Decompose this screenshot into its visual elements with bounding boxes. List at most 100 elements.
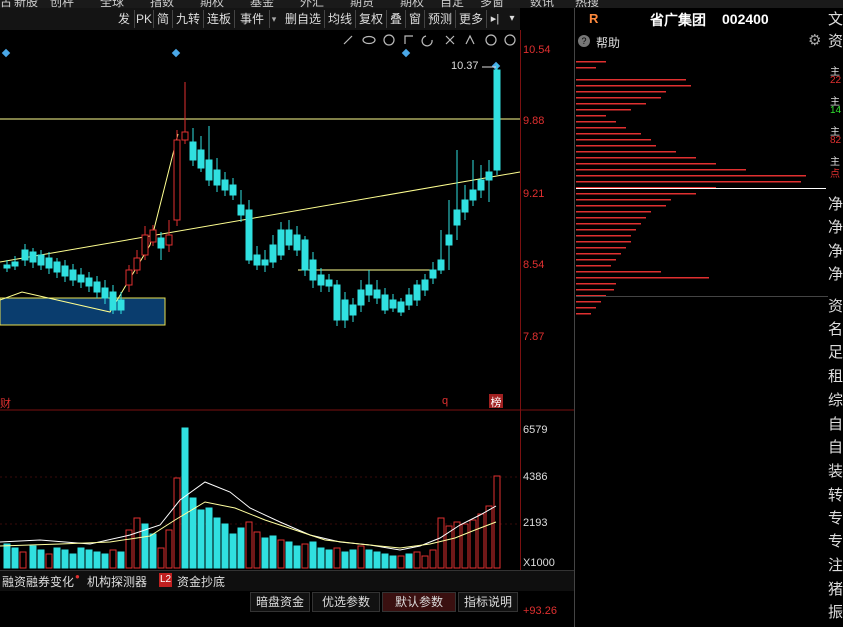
volume-bar: [205, 507, 213, 569]
side-label[interactable]: 振: [828, 601, 843, 622]
tab-indicator-help[interactable]: 指标说明: [458, 592, 518, 612]
volume-bar: [485, 505, 493, 569]
chip-bar: [576, 247, 626, 249]
side-label[interactable]: 租: [828, 365, 843, 386]
toolbar-button[interactable]: 简: [154, 10, 173, 28]
chip-bar: [576, 169, 746, 171]
dropdown-icon[interactable]: ▾: [505, 10, 519, 28]
zoom-in-icon[interactable]: [485, 34, 497, 46]
side-label[interactable]: 净: [828, 193, 843, 214]
side-label[interactable]: 注: [828, 554, 843, 575]
target-icon[interactable]: [383, 34, 395, 46]
volume-bar: [93, 551, 101, 569]
side-label[interactable]: 自: [828, 413, 843, 434]
pen-icon[interactable]: [343, 35, 353, 45]
menu-item[interactable]: 期权: [200, 0, 224, 8]
volume-bar: [261, 537, 269, 569]
candle: [285, 229, 293, 246]
toolbar-button[interactable]: 事件: [235, 10, 270, 28]
side-label[interactable]: 自: [828, 436, 843, 457]
zoom-out-icon[interactable]: [504, 34, 516, 46]
side-label[interactable]: 猪: [828, 578, 843, 599]
menu-item[interactable]: 数讯: [530, 0, 554, 8]
menu-item[interactable]: 自定: [440, 0, 464, 8]
candle: [477, 179, 485, 191]
menu-item[interactable]: 全球: [100, 0, 124, 8]
chip-bar: [576, 109, 631, 111]
menu-item[interactable]: 创秤: [50, 0, 74, 8]
menu-item[interactable]: 外汇: [300, 0, 324, 8]
tab-margin-trading[interactable]: 融资融券变化: [2, 573, 74, 590]
menu-item[interactable]: 古: [0, 0, 12, 8]
toolbar-button[interactable]: 九转: [173, 10, 204, 28]
candle: [397, 301, 405, 313]
toolbar-button[interactable]: 发: [114, 10, 135, 28]
candle: [125, 269, 133, 286]
stock-name: 省广集团: [650, 12, 706, 28]
stock-code: 002400: [722, 11, 769, 27]
help-icon[interactable]: ?: [578, 35, 590, 47]
chip-bar: [576, 151, 676, 153]
menu-item[interactable]: 期权: [400, 0, 424, 8]
side-label[interactable]: 专: [828, 530, 843, 551]
side-label[interactable]: 综: [828, 389, 843, 410]
toolbar-button[interactable]: 连板: [204, 10, 235, 28]
volume-bar: [269, 535, 277, 569]
toolbar-button[interactable]: 叠: [387, 10, 406, 28]
eye-icon[interactable]: [362, 35, 376, 45]
side-label[interactable]: 净: [828, 263, 843, 284]
kline-chart[interactable]: [0, 30, 574, 570]
dropdown-icon[interactable]: ▾: [270, 10, 278, 28]
tab-institution-detector[interactable]: 机构探测器: [87, 573, 147, 590]
side-label[interactable]: 净: [828, 240, 843, 261]
tab-default-params[interactable]: 默认参数: [382, 592, 456, 612]
side-label[interactable]: 专: [828, 507, 843, 528]
toolbar-button[interactable]: 更多: [456, 10, 487, 28]
menu-item[interactable]: 多窗: [480, 0, 504, 8]
scissors-icon[interactable]: [445, 35, 455, 45]
toolbar-button[interactable]: 复权: [356, 10, 387, 28]
expand-icon[interactable]: ▸|: [487, 10, 503, 28]
side-label[interactable]: 资: [828, 30, 843, 51]
rank-marker[interactable]: 榜: [489, 394, 503, 409]
volume-bar: [221, 523, 229, 569]
tab-dark-fund[interactable]: 暗盘资金: [250, 592, 310, 612]
menu-item[interactable]: 期货: [350, 0, 374, 8]
toolbar-button[interactable]: 预测: [425, 10, 456, 28]
candle: [333, 284, 341, 321]
tab-optimal-params[interactable]: 优选参数: [312, 592, 380, 612]
volume-bar: [173, 477, 181, 569]
menu-item[interactable]: 基金: [250, 0, 274, 8]
tab-fund-bottom[interactable]: 资金抄底: [177, 573, 225, 590]
side-label[interactable]: 文: [828, 8, 843, 29]
side-label[interactable]: 净: [828, 216, 843, 237]
menu-item[interactable]: 热搜: [575, 0, 599, 8]
toolbar-button[interactable]: 删自选: [282, 10, 325, 28]
finance-marker[interactable]: 财: [0, 395, 11, 411]
candle: [373, 289, 381, 299]
volume-bar: [317, 547, 325, 569]
side-label[interactable]: 足: [828, 341, 843, 362]
chip-bar: [576, 259, 616, 261]
candle: [429, 269, 437, 279]
side-small-label: 14: [830, 105, 842, 116]
chip-bar: [576, 85, 691, 87]
toolbar-button[interactable]: 均线: [325, 10, 356, 28]
hand-icon[interactable]: [404, 35, 413, 44]
gear-icon[interactable]: ⚙: [808, 31, 821, 49]
trash-icon[interactable]: [465, 34, 475, 45]
top-menu-bar: 古 新股 创秤 全球 指数 期权 基金 外汇 期货 期权 自定 多窗 数讯 热搜: [0, 0, 843, 8]
chip-bar: [576, 277, 709, 279]
side-label[interactable]: 转: [828, 484, 843, 505]
side-label[interactable]: 名: [828, 318, 843, 339]
q-marker[interactable]: q: [442, 395, 448, 407]
help-label[interactable]: 帮助: [596, 34, 620, 51]
volume-bar: [341, 551, 349, 569]
undo-icon[interactable]: [421, 35, 433, 47]
toolbar-button[interactable]: 窗: [406, 10, 425, 28]
side-label[interactable]: 资: [828, 295, 843, 316]
toolbar-button[interactable]: PK: [135, 10, 154, 28]
side-label[interactable]: 装: [828, 460, 843, 481]
menu-item[interactable]: 指数: [150, 0, 174, 8]
menu-item[interactable]: 新股: [14, 0, 38, 8]
